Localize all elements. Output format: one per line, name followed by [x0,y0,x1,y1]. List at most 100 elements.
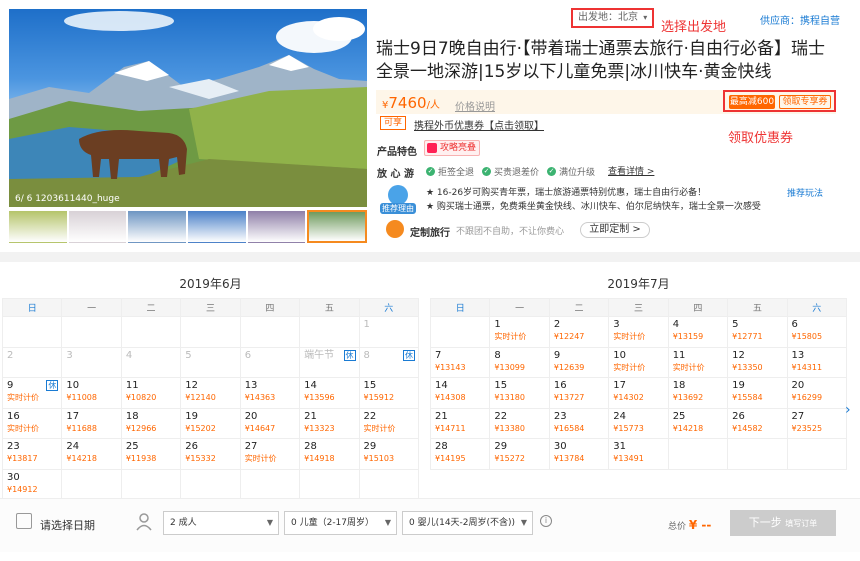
calendar-day[interactable]: 12 ¥13350 [727,346,788,378]
info-icon[interactable]: i [540,515,552,527]
person-icon [134,512,154,532]
calendar-day[interactable]: 30 ¥13784 [548,438,610,470]
calendar-day[interactable]: 16 ¥13727 [548,377,610,409]
guarantee-label: 拒签全退 [438,168,475,178]
ketao-link[interactable]: 携程外币优惠券【点击领取】 [414,117,544,132]
calendar-day[interactable]: 15 ¥13180 [489,377,550,409]
calendar-day[interactable]: 29 ¥15272 [489,438,550,470]
calendar-day[interactable]: 26 ¥14582 [727,407,788,439]
calendar-day[interactable]: 2 ¥12247 [548,316,610,348]
calendar-day [239,316,301,348]
next-month-arrow-icon[interactable]: › [845,395,859,425]
calendar-day[interactable]: 9 休实时计价 [1,377,63,409]
thumbnail-strip [9,210,368,243]
day-price: ¥14363 [244,393,276,402]
calendar-day[interactable]: 6 ¥15805 [786,316,848,348]
calendar-day[interactable]: 13 ¥14363 [239,377,301,409]
calendar-day[interactable]: 3 实时计价 [608,316,669,348]
calendar-day[interactable]: 26 ¥15332 [180,438,241,470]
calendar-day[interactable]: 15 ¥15912 [358,377,420,409]
calendar-day[interactable]: 20 ¥16299 [786,377,848,409]
calendar-day[interactable]: 11 实时计价 [667,346,729,378]
calendar-day[interactable]: 24 ¥15773 [608,407,669,439]
calendar-day [180,316,241,348]
calendar-day[interactable]: 13 ¥14311 [786,346,848,378]
day-price: ¥15912 [363,393,395,402]
calendar-day[interactable]: 30 ¥14912 [1,468,63,500]
select-date-label[interactable]: 请选择日期 [40,517,95,533]
calendar-day[interactable]: 19 ¥15584 [727,377,788,409]
calendar-day[interactable]: 23 ¥16584 [548,407,610,439]
calendar-day[interactable]: 21 ¥14711 [429,407,491,439]
day-number: 12 [185,380,198,391]
departure-label: 出发地：北京 [578,12,638,23]
recommend-link[interactable]: 推荐玩法 [787,186,823,199]
calendar-day[interactable]: 28 ¥14195 [429,438,491,470]
calendar-day[interactable]: 17 ¥11688 [61,407,122,439]
calendar-day [727,438,788,470]
adults-select[interactable]: 2 成人 ▼ [163,511,279,535]
calendar-day[interactable]: 19 ¥15202 [180,407,241,439]
recommend-badge: 推荐理由 [378,183,418,215]
gallery-thumbnail[interactable] [128,210,187,243]
weekday-header: 四 [667,298,729,317]
infants-select[interactable]: 0 婴儿(14天-2周岁(不含)) ▼ [402,511,533,535]
calendar-day[interactable]: 5 ¥12771 [727,316,788,348]
calendar-day[interactable]: 23 ¥13817 [1,438,63,470]
gallery-thumbnail[interactable] [307,210,368,243]
calendar-day[interactable]: 31 ¥13491 [608,438,669,470]
calendar-day[interactable]: 22 ¥13380 [489,407,550,439]
product-photo[interactable]: 6/ 6 1203611440_huge [9,9,367,207]
calendar-day[interactable]: 24 ¥14218 [61,438,122,470]
price-note-link[interactable]: 价格说明 [455,98,495,113]
calendar-day[interactable]: 27 实时计价 [239,438,301,470]
calendar-day[interactable]: 17 ¥14302 [608,377,669,409]
calendar-day[interactable]: 22 实时计价 [358,407,420,439]
calendar-day[interactable]: 21 ¥13323 [299,407,360,439]
day-price: ¥14711 [435,423,466,433]
calendar-day[interactable]: 28 ¥14918 [299,438,360,470]
day-price: ¥13099 [494,362,525,372]
calendar-day [120,468,182,500]
gallery-thumbnail[interactable] [9,210,67,243]
calendar-day [120,316,182,348]
calendar-day [429,316,491,348]
calendar-day[interactable]: 27 ¥23525 [786,407,848,439]
calendar-icon [16,513,32,529]
day-number: 2 [7,349,14,361]
calendar-day[interactable]: 25 ¥14218 [667,407,729,439]
departure-selector[interactable]: 出发地：北京 ▾ [571,8,654,28]
calendar-day[interactable]: 18 ¥13692 [667,377,729,409]
calendar-day[interactable]: 10 实时计价 [608,346,669,378]
calendar-day[interactable]: 12 ¥12140 [180,377,241,409]
weekday-header: 日 [1,298,63,317]
calendar-day[interactable]: 7 ¥13143 [429,346,491,378]
calendar-day[interactable]: 1 实时计价 [489,316,550,348]
next-step-button[interactable]: 下一步 填写订单 [730,510,836,536]
calendar-day[interactable]: 20 ¥14647 [239,407,301,439]
calendar-day[interactable]: 16 实时计价 [1,407,63,439]
calendar-day[interactable]: 8 ¥13099 [489,346,550,378]
gallery-thumbnail[interactable] [247,210,306,243]
calendar-day[interactable]: 14 ¥13596 [299,377,360,409]
calendar-day[interactable]: 10 ¥11008 [61,377,122,409]
calendar-day[interactable]: 9 ¥12639 [548,346,610,378]
detail-link[interactable]: 查看详情 > [608,164,654,177]
guide-button[interactable]: 攻略亮叠 [424,140,480,156]
claim-coupon-button[interactable]: 领取专享券 [779,95,831,109]
day-price: ¥13727 [553,393,585,402]
calendar-day[interactable]: 11 ¥10820 [120,377,182,409]
calendar-day[interactable]: 14 ¥14308 [429,377,491,409]
day-price: 实时计价 [7,423,39,433]
day-number: 12 [732,349,745,361]
custom-travel-button[interactable]: 立即定制 > [580,222,650,238]
calendar-july-title: 2019年7月 [607,277,670,291]
gallery-thumbnail[interactable] [68,210,127,243]
calendar-day[interactable]: 4 ¥13159 [667,316,729,348]
calendar-day[interactable]: 25 ¥11938 [120,438,182,470]
supplier-link[interactable]: 供应商：携程自营 [760,12,840,27]
calendar-day[interactable]: 29 ¥15103 [358,438,420,470]
gallery-thumbnail[interactable] [188,210,246,243]
calendar-day[interactable]: 18 ¥12966 [120,407,182,439]
children-select[interactable]: 0 儿童（2-17周岁） ▼ [284,511,397,535]
